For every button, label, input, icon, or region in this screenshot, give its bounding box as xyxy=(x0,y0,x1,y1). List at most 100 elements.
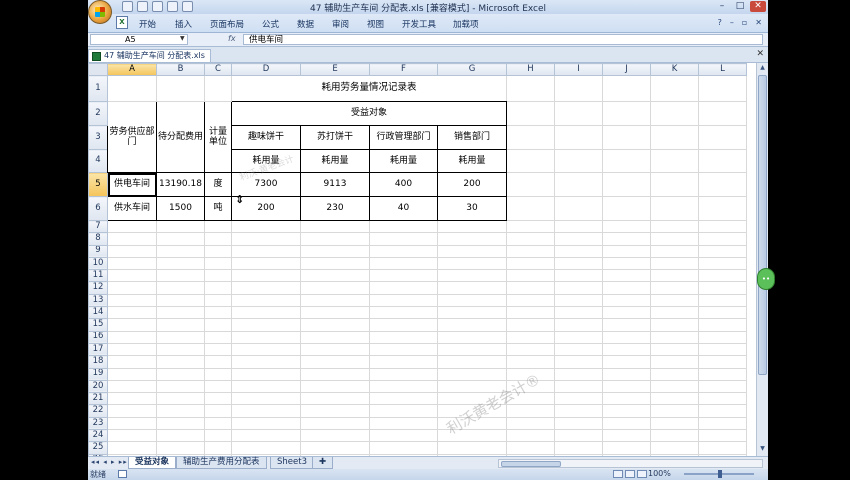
data-cell-amount[interactable]: 1500 xyxy=(156,196,205,221)
empty-cell[interactable] xyxy=(698,318,747,332)
empty-cell[interactable] xyxy=(204,219,232,234)
row-header[interactable]: 22 xyxy=(88,404,108,418)
row-header[interactable]: 14 xyxy=(88,306,108,320)
row-header[interactable]: 9 xyxy=(88,244,108,258)
empty-cell[interactable] xyxy=(437,244,507,258)
insert-sheet-icon[interactable]: ✚ xyxy=(312,457,334,469)
empty-cell[interactable] xyxy=(602,232,651,246)
empty-cell[interactable] xyxy=(602,379,651,394)
empty-cell[interactable] xyxy=(369,219,438,234)
empty-cell[interactable] xyxy=(107,355,157,369)
empty-cell[interactable] xyxy=(231,416,301,431)
empty-cell[interactable] xyxy=(231,392,301,406)
header-usage[interactable]: 耗用量 xyxy=(369,149,438,173)
empty-cell[interactable] xyxy=(107,318,157,332)
macro-record-icon[interactable] xyxy=(118,470,127,478)
page-break-view-icon[interactable] xyxy=(637,470,647,478)
data-cell-value[interactable]: 9113 xyxy=(300,172,370,197)
empty-cell[interactable] xyxy=(231,306,301,320)
close-document-icon[interactable]: ✕ xyxy=(756,49,764,59)
empty-cell[interactable] xyxy=(437,330,507,344)
header-provider[interactable]: 劳务供应部门 xyxy=(107,101,157,173)
empty-cell[interactable] xyxy=(506,219,555,234)
empty-cell[interactable] xyxy=(698,306,747,320)
empty-cell[interactable] xyxy=(506,355,555,369)
empty-cell[interactable] xyxy=(107,256,157,271)
empty-cell[interactable] xyxy=(437,441,507,455)
empty-cell[interactable] xyxy=(554,256,603,271)
empty-cell[interactable] xyxy=(602,306,651,320)
vertical-scrollbar[interactable]: ▲ ▼ xyxy=(756,63,768,456)
empty-cell[interactable] xyxy=(650,392,699,406)
column-header[interactable]: C xyxy=(204,63,232,76)
empty-cell[interactable] xyxy=(650,281,699,295)
row-header[interactable]: 15 xyxy=(88,318,108,332)
minimize-button[interactable]: – xyxy=(714,1,730,12)
empty-cell[interactable] xyxy=(602,367,651,381)
insert-function-icon[interactable]: fx xyxy=(228,34,236,43)
header-amount[interactable]: 待分配费用 xyxy=(156,101,205,173)
empty-cell[interactable] xyxy=(698,441,747,455)
empty-cell[interactable] xyxy=(369,281,438,295)
header-usage[interactable]: 耗用量 xyxy=(437,149,507,173)
empty-cell[interactable] xyxy=(602,256,651,271)
header-dept[interactable]: 行政管理部门 xyxy=(369,125,438,150)
empty-cell[interactable] xyxy=(369,416,438,431)
empty-cell[interactable] xyxy=(204,367,232,381)
empty-cell[interactable] xyxy=(300,219,370,234)
page-layout-view-icon[interactable] xyxy=(625,470,635,478)
header-dept[interactable]: 趣味饼干 xyxy=(231,125,301,150)
empty-cell[interactable] xyxy=(650,256,699,271)
empty-cell[interactable] xyxy=(300,392,370,406)
empty-cell[interactable] xyxy=(107,404,157,418)
data-cell-name[interactable]: 供电车间 xyxy=(107,172,157,197)
empty-cell[interactable] xyxy=(698,367,747,381)
tab-page-layout[interactable]: 页面布局 xyxy=(210,18,244,30)
empty-cell[interactable] xyxy=(506,293,555,308)
empty-cell[interactable] xyxy=(437,355,507,369)
empty-cell[interactable] xyxy=(156,342,205,357)
header-beneficiary[interactable]: 受益对象 xyxy=(231,101,507,126)
empty-cell[interactable] xyxy=(107,232,157,246)
floating-badge-icon[interactable]: •• xyxy=(757,268,775,290)
tab-data[interactable]: 数据 xyxy=(297,18,314,30)
tab-addins[interactable]: 加载项 xyxy=(453,18,479,30)
empty-cell[interactable] xyxy=(650,441,699,455)
empty-cell[interactable] xyxy=(369,330,438,344)
empty-cell[interactable] xyxy=(506,244,555,258)
header-dept[interactable]: 销售部门 xyxy=(437,125,507,150)
empty-cell[interactable] xyxy=(107,342,157,357)
empty-cell[interactable] xyxy=(231,441,301,455)
empty-cell[interactable] xyxy=(698,256,747,271)
empty-cell[interactable] xyxy=(698,244,747,258)
row-header[interactable]: 23 xyxy=(88,416,108,431)
empty-cell[interactable] xyxy=(107,269,157,283)
empty-cell[interactable] xyxy=(602,342,651,357)
tab-review[interactable]: 审阅 xyxy=(332,18,349,30)
empty-cell[interactable] xyxy=(369,232,438,246)
empty-cell[interactable] xyxy=(698,219,747,234)
row-header[interactable]: 1 xyxy=(88,75,108,102)
empty-cell[interactable] xyxy=(156,318,205,332)
empty-cell[interactable] xyxy=(650,429,699,443)
empty-cell[interactable] xyxy=(554,219,603,234)
empty-cell[interactable] xyxy=(107,293,157,308)
empty-cell[interactable] xyxy=(300,330,370,344)
empty-cell[interactable] xyxy=(650,244,699,258)
empty-cell[interactable] xyxy=(204,269,232,283)
empty-cell[interactable] xyxy=(156,244,205,258)
empty-cell[interactable] xyxy=(369,269,438,283)
data-cell-name[interactable]: 供水车间 xyxy=(107,196,157,221)
empty-cell[interactable] xyxy=(231,330,301,344)
empty-cell[interactable] xyxy=(602,269,651,283)
empty-cell[interactable] xyxy=(437,293,507,308)
normal-view-icon[interactable] xyxy=(613,470,623,478)
empty-cell[interactable] xyxy=(231,379,301,394)
empty-cell[interactable] xyxy=(506,256,555,271)
empty-cell[interactable] xyxy=(369,392,438,406)
row-header[interactable]: 2 xyxy=(88,101,108,126)
empty-cell[interactable] xyxy=(107,330,157,344)
select-all-corner[interactable] xyxy=(88,63,108,76)
empty-cell[interactable] xyxy=(300,379,370,394)
column-header[interactable]: F xyxy=(369,63,438,76)
